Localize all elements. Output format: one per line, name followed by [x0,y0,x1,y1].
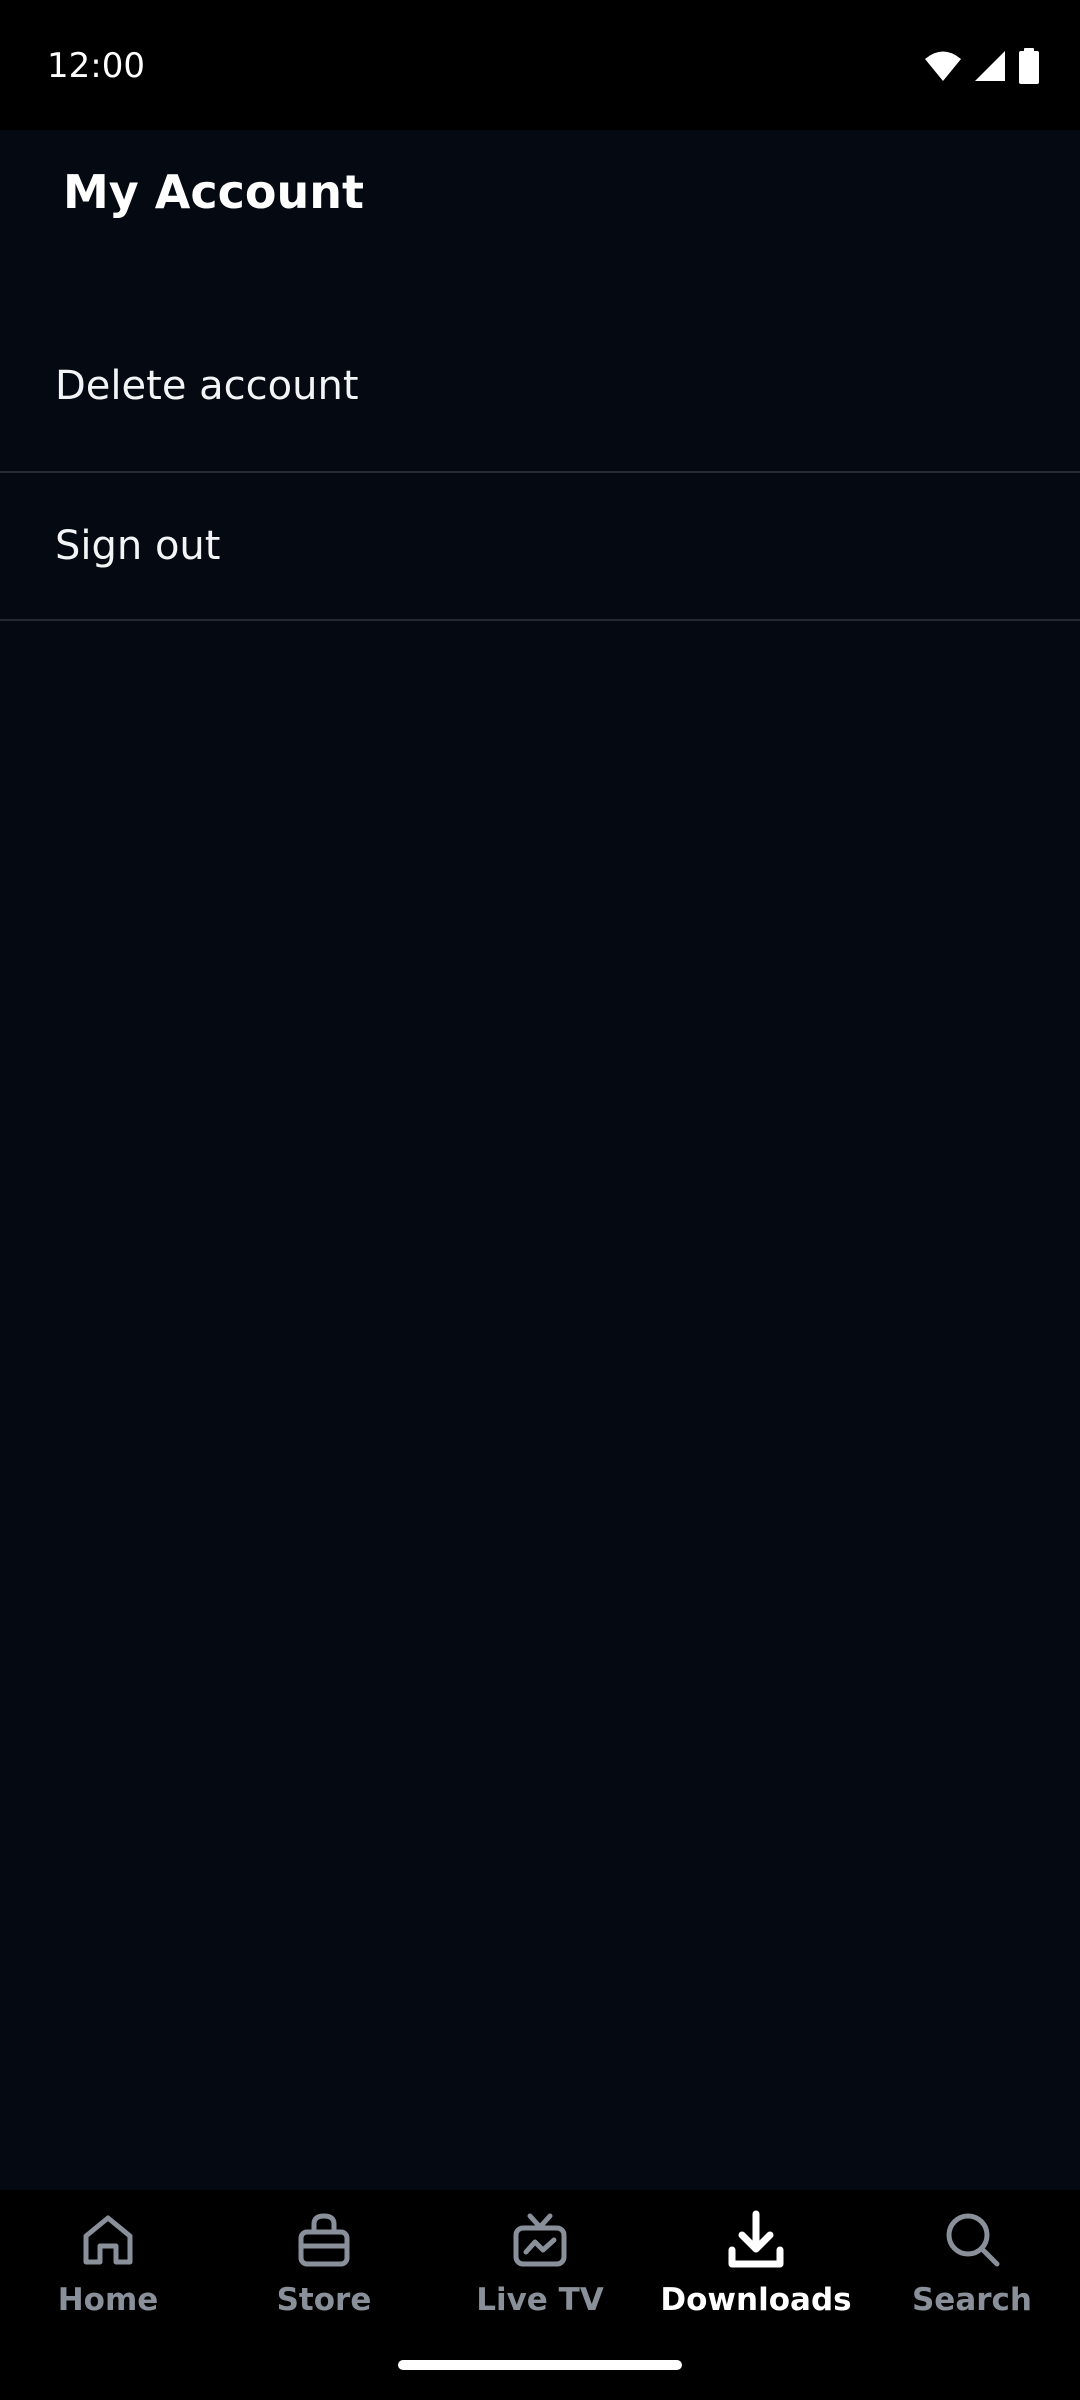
nav-label-home: Home [57,2282,159,2318]
status-icons [924,46,1040,86]
bottom-nav: Home Store Live TV Downloads Search [0,2190,1080,2400]
nav-item-downloads[interactable]: Downloads [648,2208,864,2338]
download-icon [728,2210,784,2268]
nav-label-store: Store [276,2282,372,2318]
account-menu: Delete account Sign out [0,300,1080,621]
wifi-icon [925,51,961,81]
status-bar: 12:00 [0,0,1080,130]
page-title: My Account [63,165,364,219]
battery-icon [1019,48,1039,84]
nav-label-downloads: Downloads [660,2282,852,2318]
status-time: 12:00 [47,46,145,86]
delete-account-item[interactable]: Delete account [0,300,1080,473]
shopping-bag-icon [298,2213,350,2267]
nav-label-live-tv: Live TV [476,2282,604,2318]
live-tv-icon [513,2213,567,2267]
nav-item-store[interactable]: Store [216,2208,432,2338]
cellular-signal-icon [975,51,1005,81]
nav-item-home[interactable]: Home [0,2208,216,2338]
nav-item-live-tv[interactable]: Live TV [432,2208,648,2338]
main-content: My Account Delete account Sign out [0,130,1080,2190]
home-indicator[interactable] [398,2360,682,2370]
search-icon [946,2213,1000,2267]
nav-item-search[interactable]: Search [864,2208,1080,2338]
sign-out-item[interactable]: Sign out [0,473,1080,621]
home-icon [83,2215,133,2265]
nav-label-search: Search [911,2282,1032,2318]
